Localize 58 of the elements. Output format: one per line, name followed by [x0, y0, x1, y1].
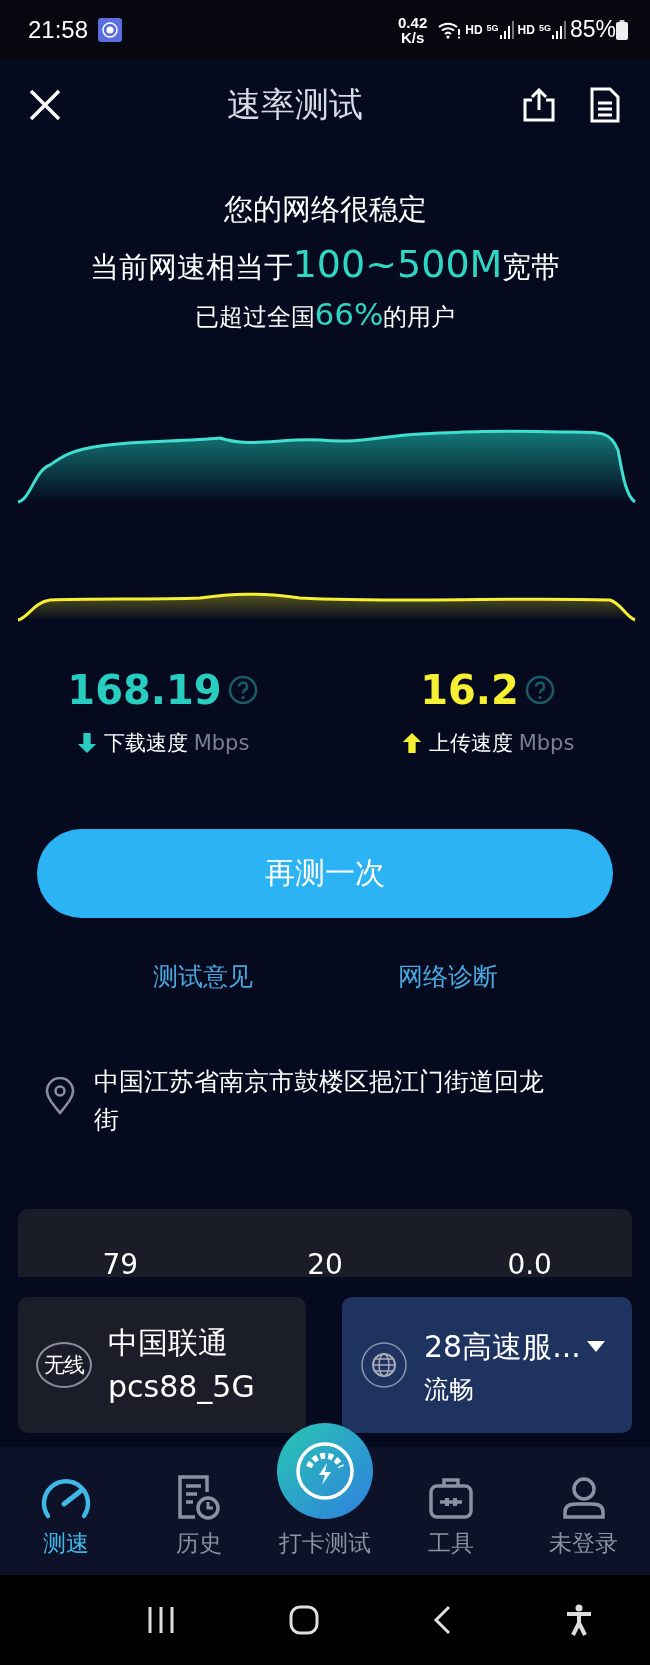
battery-level: 85% [569, 16, 616, 44]
hd-indicator: HD [465, 22, 483, 37]
wifi-icon [437, 20, 462, 39]
help-icon[interactable] [227, 675, 258, 706]
speed-summary: 当前网速相当于100~500M宽带 [89, 241, 561, 288]
battery-icon [616, 19, 628, 40]
signal-icon [551, 20, 566, 39]
nav-tab[interactable]: 测速 [0, 1447, 133, 1576]
page-title: 速率测试 [226, 82, 364, 126]
speed-unit: Mbps [193, 731, 250, 756]
speed-unit: Mbps [518, 731, 575, 756]
server-name: 28高速服... [424, 1327, 581, 1366]
up-arrow-icon [400, 731, 423, 756]
location-pin-icon [44, 1077, 76, 1116]
share-icon[interactable] [522, 87, 556, 122]
accessibility-icon[interactable] [565, 1604, 593, 1637]
status-headline: 您的网络很稳定 [223, 190, 427, 228]
network-speed-unit: K/s [400, 29, 425, 45]
network-type: 5G [538, 22, 551, 33]
signal-icon [499, 20, 514, 39]
user-icon [561, 1476, 606, 1521]
toolbox-icon [428, 1476, 475, 1521]
down-arrow-icon [75, 731, 98, 756]
document-icon[interactable] [590, 86, 620, 123]
speed-value: 168.19 [67, 667, 222, 714]
network-speed: 0.42 [398, 14, 428, 30]
close-icon[interactable] [28, 87, 62, 122]
nav-tab[interactable]: 工具 [385, 1447, 518, 1576]
rank-summary: 已超过全国66%的用户 [194, 295, 456, 333]
nav-tab[interactable]: 未登录 [517, 1447, 650, 1576]
network-type: 5G [486, 22, 499, 33]
speed-label: 下载速度 [103, 730, 188, 758]
app-icon [98, 17, 123, 42]
recent-apps-icon[interactable] [147, 1606, 175, 1635]
history-icon [176, 1474, 221, 1521]
clock: 21:58 [28, 15, 89, 44]
location-text: 中国江苏省南京市鼓楼区挹江门街道回龙街 [94, 1066, 545, 1137]
help-icon[interactable] [524, 675, 555, 706]
dropdown-caret-icon[interactable] [586, 1340, 605, 1353]
wifi-name: pcs88_5G [108, 1368, 255, 1407]
nav-tab[interactable]: 历史 [132, 1447, 265, 1576]
server-selector[interactable]: 28高速服... 流畅 [342, 1297, 632, 1434]
action-link[interactable]: 网络诊断 [397, 960, 498, 994]
nav-tab[interactable]: 打卡测试 [273, 1527, 377, 1576]
speed-value: 16.2 [420, 667, 519, 714]
connection-type-badge: 无线 [36, 1342, 92, 1389]
globe-icon [360, 1341, 408, 1390]
stat-value: 0.0 [506, 1251, 553, 1278]
carrier-name: 中国联通 [108, 1324, 229, 1363]
speed-label: 上传速度 [428, 730, 513, 758]
hd-indicator: HD [517, 22, 535, 37]
home-icon[interactable] [289, 1605, 319, 1636]
network-card[interactable]: 无线 中国联通 pcs88_5G [18, 1297, 306, 1434]
stat-value: 79 [101, 1251, 140, 1278]
back-icon[interactable] [433, 1605, 451, 1636]
action-link[interactable]: 测试意见 [152, 960, 253, 994]
connection-quality: 流畅 [424, 1373, 475, 1406]
stat-value: 20 [306, 1251, 344, 1278]
